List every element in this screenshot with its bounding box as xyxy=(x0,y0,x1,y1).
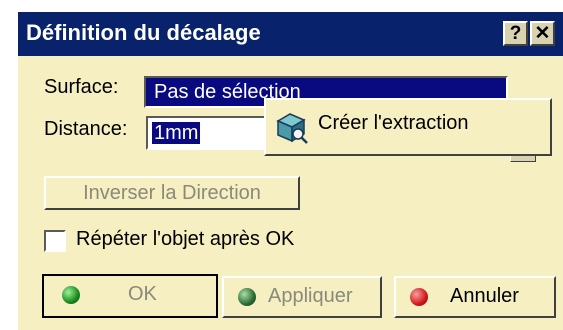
context-menu-label: Créer l'extraction xyxy=(318,112,469,134)
help-button[interactable]: ? xyxy=(503,21,528,46)
apply-label: Appliquer xyxy=(268,285,353,307)
cancel-label: Annuler xyxy=(450,285,519,307)
cancel-button[interactable]: Annuler xyxy=(394,276,556,318)
apply-dot-icon xyxy=(238,288,256,306)
ok-dot-icon xyxy=(62,286,80,304)
close-button[interactable]: ✕ xyxy=(530,21,555,46)
distance-label: Distance: xyxy=(44,118,128,140)
distance-value: 1mm xyxy=(152,122,201,144)
extract-icon xyxy=(276,113,308,144)
context-menu: Créer l'extraction xyxy=(264,98,552,156)
ok-label: OK xyxy=(128,283,157,305)
apply-button[interactable]: Appliquer xyxy=(222,276,382,318)
repeat-checkbox[interactable] xyxy=(44,230,66,252)
cancel-dot-icon xyxy=(410,288,428,306)
ok-button[interactable]: OK xyxy=(42,274,218,318)
title-bar[interactable]: Définition du décalage ? ✕ xyxy=(18,12,563,56)
dialog-title: Définition du décalage xyxy=(26,20,261,45)
repeat-checkbox-label: Répéter l'objet après OK xyxy=(76,228,295,250)
inverse-direction-button[interactable]: Inverser la Direction xyxy=(44,176,300,210)
surface-label: Surface: xyxy=(44,76,119,98)
offset-dialog: Définition du décalage ? ✕ Surface: Pas … xyxy=(16,10,563,330)
